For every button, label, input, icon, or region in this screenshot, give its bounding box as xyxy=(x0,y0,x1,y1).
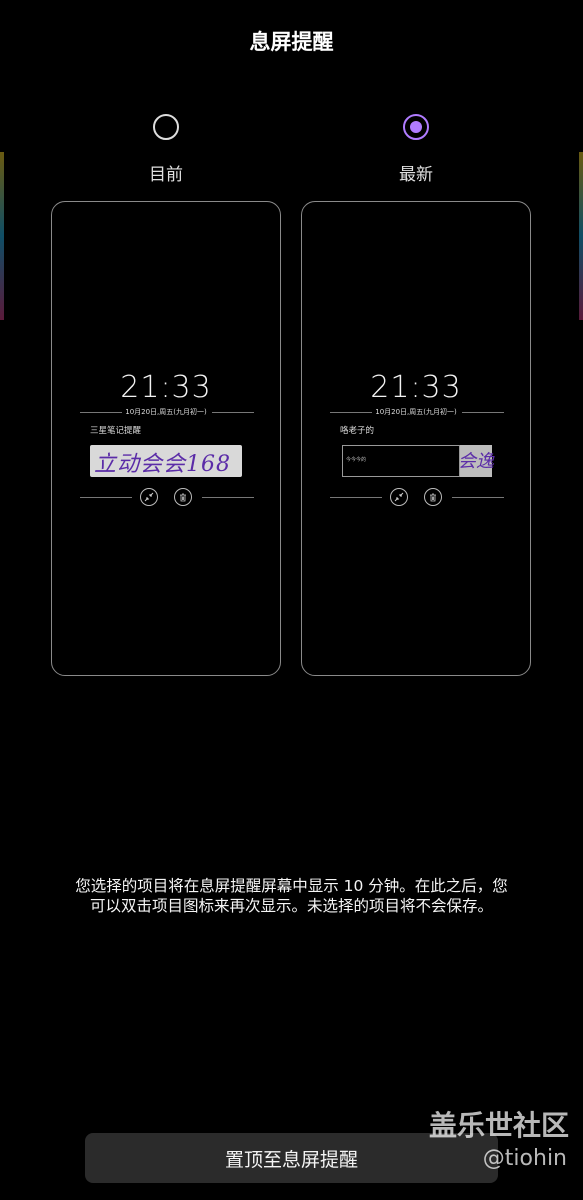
trash-icon[interactable] xyxy=(174,488,192,506)
left-edge-strip xyxy=(0,152,4,320)
memo-input-hint: 今今今的 xyxy=(346,457,367,463)
divider xyxy=(80,497,132,498)
option-current-radio[interactable] xyxy=(153,114,179,140)
memo-input-box: 今今今的 xyxy=(342,445,460,477)
divider xyxy=(202,497,254,498)
preview-current[interactable]: 21:33 10月20日,周五(九月初一) 三星笔记提醒 立动会会168 xyxy=(51,201,281,676)
preview-new-memo-title: 咯老子的 xyxy=(340,426,375,436)
divider xyxy=(80,412,122,413)
minimize-icon[interactable] xyxy=(390,488,408,506)
handwriting-text: 立动会会168 xyxy=(94,452,231,477)
trash-icon[interactable] xyxy=(424,488,442,506)
watermark-community: 盖乐世社区 xyxy=(428,1109,569,1142)
preview-new[interactable]: 21:33 10月20日,周五(九月初一) 咯老子的 今今今的 会逸 xyxy=(301,201,531,676)
divider xyxy=(330,497,382,498)
handwriting-text: 会逸 xyxy=(458,451,494,472)
page-title: 息屏提醒 xyxy=(249,30,334,54)
option-new-radio[interactable] xyxy=(403,114,429,140)
preview-new-time: 21:33 xyxy=(370,370,462,405)
preview-current-time: 21:33 xyxy=(120,370,212,405)
preview-current-memo-title: 三星笔记提醒 xyxy=(90,426,142,436)
minimize-icon[interactable] xyxy=(140,488,158,506)
divider xyxy=(212,412,254,413)
right-edge-strip xyxy=(579,152,583,320)
divider xyxy=(462,412,504,413)
divider xyxy=(452,497,504,498)
handwriting-memo: 立动会会168 xyxy=(90,445,242,477)
option-new-label[interactable]: 最新 xyxy=(376,160,456,185)
description-text: 您选择的项目将在息屏提醒屏幕中显示 10 分钟。在此之后，您可以双击项目图标来再… xyxy=(75,877,508,915)
watermark-handle: @tiohin xyxy=(482,1146,567,1171)
option-current-label[interactable]: 目前 xyxy=(126,160,206,185)
handwriting-memo: 会逸 xyxy=(458,445,494,477)
divider xyxy=(330,412,372,413)
